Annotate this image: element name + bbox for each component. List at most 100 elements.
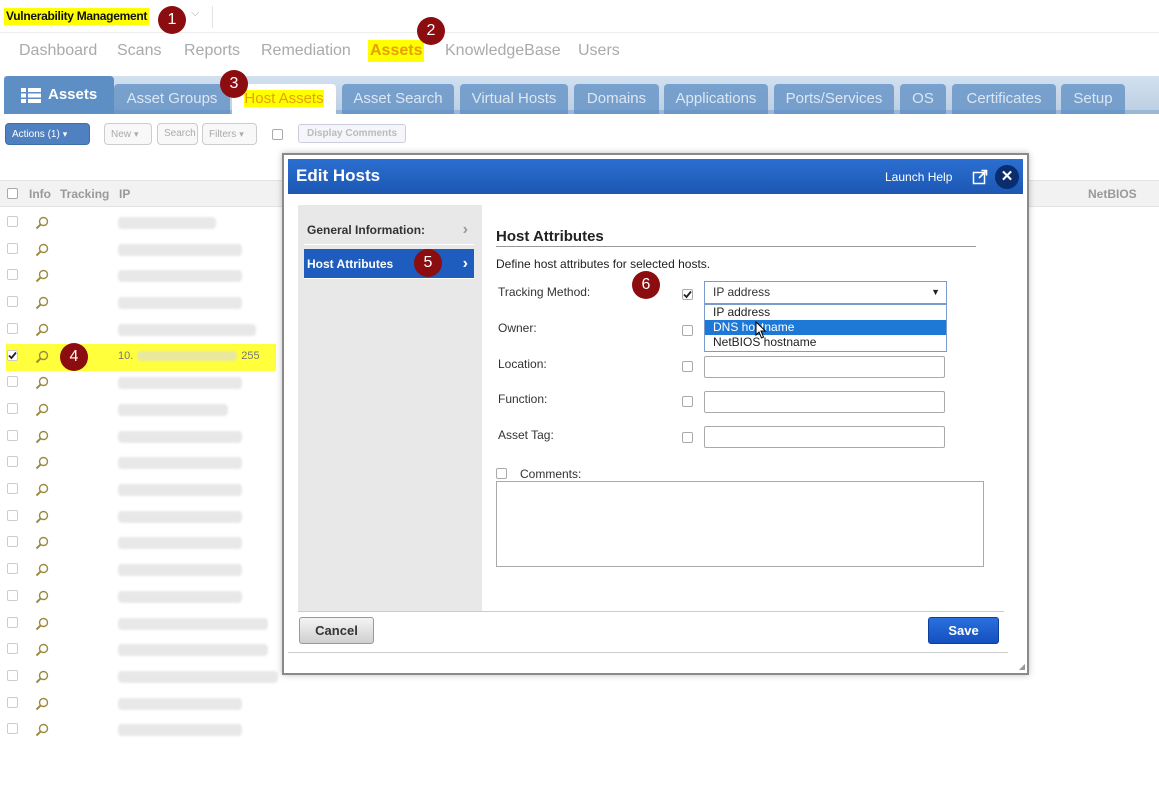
tab-setup[interactable]: Setup	[1061, 84, 1125, 114]
host-info-icon[interactable]	[35, 536, 49, 553]
function-input[interactable]	[704, 391, 945, 413]
select-all-checkbox[interactable]	[7, 188, 18, 199]
host-info-icon[interactable]	[35, 243, 49, 260]
owner-checkbox[interactable]	[682, 325, 693, 336]
row-checkbox[interactable]	[7, 509, 18, 521]
table-row[interactable]	[0, 717, 1159, 744]
nav-users[interactable]: Users	[578, 40, 620, 62]
row-checkbox[interactable]	[7, 456, 18, 468]
nav-scans[interactable]: Scans	[117, 40, 161, 62]
row-checkbox[interactable]	[7, 429, 18, 441]
row-checkbox[interactable]	[7, 696, 18, 708]
sidebar-item-host-attributes[interactable]: Host Attributes ›	[304, 249, 474, 279]
row-checkbox[interactable]	[7, 376, 18, 388]
nav-assets[interactable]: Assets	[368, 40, 425, 62]
comments-checkbox[interactable]	[496, 468, 507, 479]
location-checkbox[interactable]	[682, 361, 693, 372]
comments-label: Comments:	[520, 467, 582, 481]
host-info-icon[interactable]	[35, 563, 49, 580]
nav-knowledgebase[interactable]: KnowledgeBase	[445, 40, 561, 62]
new-button[interactable]: New ▾	[104, 123, 152, 145]
nav-dashboard[interactable]: Dashboard	[19, 40, 97, 62]
host-info-icon[interactable]	[35, 723, 49, 740]
step-badge-2: 2	[417, 17, 445, 45]
col-tracking[interactable]: Tracking	[60, 187, 109, 201]
comments-textarea[interactable]	[496, 481, 984, 567]
row-checkbox[interactable]	[7, 242, 18, 254]
tab-domains[interactable]: Domains	[574, 84, 659, 114]
asset-tag-checkbox[interactable]	[682, 432, 693, 443]
host-info-icon[interactable]	[35, 296, 49, 313]
host-info-icon[interactable]	[35, 323, 49, 340]
row-checkbox[interactable]	[7, 616, 18, 628]
col-ip[interactable]: IP	[119, 187, 130, 201]
row-ip	[118, 270, 242, 283]
host-info-icon[interactable]	[35, 697, 49, 714]
display-comments-button[interactable]: Display Comments	[298, 124, 407, 143]
location-input[interactable]	[704, 356, 945, 378]
row-checkbox[interactable]	[7, 216, 18, 227]
host-info-icon[interactable]	[35, 350, 49, 367]
launch-help-link[interactable]: Launch Help	[885, 170, 952, 184]
row-checkbox[interactable]	[7, 589, 18, 601]
row-checkbox[interactable]	[7, 296, 18, 308]
host-info-icon[interactable]	[35, 430, 49, 447]
row-checkbox[interactable]	[7, 723, 18, 735]
host-info-icon[interactable]	[35, 376, 49, 393]
row-checkbox[interactable]	[7, 536, 18, 548]
option-dns-hostname[interactable]: DNS hostname	[705, 320, 946, 335]
host-info-icon[interactable]	[35, 216, 49, 233]
row-checkbox[interactable]	[7, 269, 18, 281]
actions-button[interactable]: Actions (1) ▾	[5, 123, 90, 145]
tab-virtual-hosts[interactable]: Virtual Hosts	[460, 84, 568, 114]
table-row[interactable]	[0, 691, 1159, 718]
tab-host-assets[interactable]: Host Assets	[232, 84, 336, 114]
function-checkbox[interactable]	[682, 396, 693, 407]
tab-asset-search[interactable]: Asset Search	[342, 84, 454, 114]
host-info-icon[interactable]	[35, 483, 49, 500]
module-selector[interactable]: Vulnerability Management	[4, 8, 150, 25]
row-checkbox[interactable]	[7, 349, 18, 361]
host-info-icon[interactable]	[35, 269, 49, 286]
option-netbios-hostname[interactable]: NetBIOS hostname	[705, 335, 946, 350]
tracking-method-checkbox[interactable]	[682, 289, 693, 300]
save-button[interactable]: Save	[928, 617, 999, 644]
col-info[interactable]: Info	[29, 187, 51, 201]
row-checkbox[interactable]	[7, 669, 18, 681]
resize-handle-icon[interactable]: ◢	[1019, 662, 1025, 671]
tab-ports-services[interactable]: Ports/Services	[774, 84, 894, 114]
host-info-icon[interactable]	[35, 456, 49, 473]
row-checkbox[interactable]	[7, 483, 18, 494]
host-info-icon[interactable]	[35, 403, 49, 420]
search-button[interactable]: Search	[157, 123, 198, 145]
row-checkbox[interactable]	[7, 563, 18, 575]
row-checkbox[interactable]	[7, 402, 18, 414]
nav-reports[interactable]: Reports	[184, 40, 240, 62]
host-info-icon[interactable]	[35, 590, 49, 607]
nav-remediation[interactable]: Remediation	[261, 40, 351, 62]
host-info-icon[interactable]	[35, 617, 49, 634]
asset-tag-input[interactable]	[704, 426, 945, 448]
close-icon[interactable]: ✕	[995, 165, 1019, 189]
table-row[interactable]: 10. 255	[6, 343, 276, 371]
tab-os[interactable]: OS	[900, 84, 946, 114]
host-info-icon[interactable]	[35, 510, 49, 527]
chevron-down-icon[interactable]: ⌵	[191, 7, 199, 20]
tab-applications[interactable]: Applications	[664, 84, 768, 114]
row-checkbox[interactable]	[7, 643, 18, 655]
option-ip-address[interactable]: IP address	[705, 305, 946, 320]
popout-icon[interactable]	[972, 169, 988, 185]
sidebar-item-general-information[interactable]: General Information: ›	[304, 215, 474, 245]
row-checkbox[interactable]	[7, 322, 18, 334]
col-netbios[interactable]: NetBIOS	[1088, 187, 1137, 201]
footer-divider	[298, 611, 1004, 612]
host-info-icon[interactable]	[35, 643, 49, 660]
cancel-button[interactable]: Cancel	[299, 617, 374, 644]
tab-certificates[interactable]: Certificates	[952, 84, 1056, 114]
host-info-icon[interactable]	[35, 670, 49, 687]
display-comments-checkbox[interactable]	[272, 129, 283, 140]
tab-asset-groups[interactable]: Asset Groups	[114, 84, 230, 114]
tracking-method-select[interactable]: IP address ▼	[704, 281, 947, 304]
filters-button[interactable]: Filters ▾	[202, 123, 257, 145]
tracking-method-label: Tracking Method:	[498, 285, 591, 299]
